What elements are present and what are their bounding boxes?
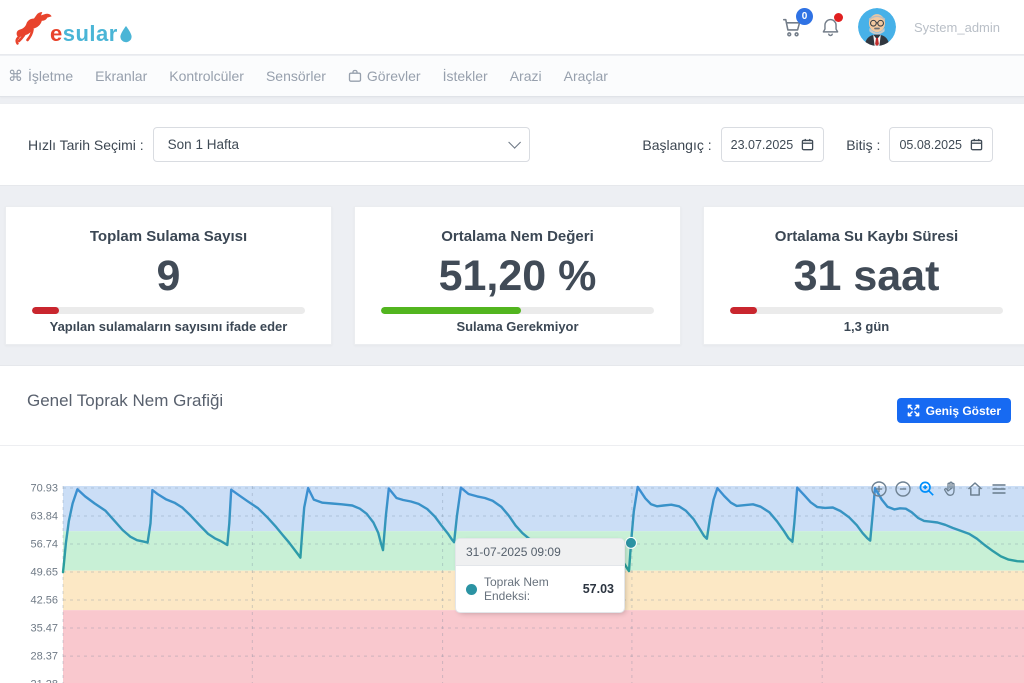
stat-title: Ortalama Nem Değeri [355, 228, 680, 245]
y-axis-label: 21.28 [30, 679, 58, 683]
tooltip-value: 57.03 [583, 582, 614, 596]
dashboard-page: esular 0 [0, 0, 1024, 683]
calendar-icon [801, 138, 814, 151]
y-axis-label: 56.74 [30, 539, 58, 551]
nav-item-araclar[interactable]: Araçlar [553, 68, 619, 84]
cart-badge: 0 [796, 8, 813, 25]
quick-date-select[interactable]: Son 1 Hafta [153, 127, 530, 162]
start-date-label: Başlangıç : [642, 137, 711, 153]
stat-caption: Yapılan sulamaların sayısını ifade eder [6, 319, 331, 334]
brand-logo[interactable]: esular [14, 9, 133, 45]
date-range-group: Başlangıç : 23.07.2025 Bitiş : 05.08.202… [642, 127, 993, 162]
stat-card-total-irrigation: Toplam Sulama Sayısı 9 Yapılan sulamalar… [5, 206, 332, 345]
stat-caption: Sulama Gerekmiyor [355, 319, 680, 334]
water-droplet-icon [119, 25, 133, 45]
username: System_admin [914, 20, 1000, 35]
stat-title: Toplam Sulama Sayısı [6, 228, 331, 245]
stat-value: 51,20 % [355, 251, 680, 303]
expand-chart-button[interactable]: Geniş Göster [897, 398, 1011, 423]
home-reset-icon[interactable] [965, 479, 984, 498]
end-date-input[interactable]: 05.08.2025 [889, 127, 993, 162]
nav-item-kontrolculer[interactable]: Kontrolcüler [158, 68, 255, 84]
stat-title: Ortalama Su Kaybı Süresi [704, 228, 1024, 245]
stat-value: 9 [6, 251, 331, 303]
stat-progress-fill [730, 307, 757, 314]
pan-hand-icon[interactable] [941, 479, 960, 498]
chevron-down-icon [508, 136, 521, 149]
nav-item-arazi[interactable]: Arazi [499, 68, 553, 84]
y-axis-labels: 70.93 63.84 56.74 49.65 42.56 35.47 28.37 21.28 [30, 483, 58, 683]
nav-item-gorevler[interactable]: Görevler [337, 68, 432, 84]
tooltip-body: Toprak Nem Endeksi: 57.03 [456, 566, 624, 612]
notification-dot [834, 13, 843, 22]
series-color-dot [466, 584, 477, 595]
end-date-label: Bitiş : [846, 137, 880, 153]
expand-icon [907, 404, 920, 417]
top-bar-actions: 0 [781, 8, 1000, 46]
tooltip-datetime: 31-07-2025 09:09 [456, 539, 624, 566]
brand-prefix: e [50, 21, 63, 46]
stat-progress-fill [32, 307, 59, 314]
chart-title: Genel Toprak Nem Grafiği [27, 391, 223, 411]
main-nav: ⌘İşletme Ekranlar Kontrolcüler Sensörler… [0, 56, 1024, 97]
notifications-button[interactable] [821, 17, 840, 38]
nav-item-sensorler[interactable]: Sensörler [255, 68, 337, 84]
stat-value: 31 saat [704, 251, 1024, 303]
zoom-out-icon[interactable] [893, 479, 912, 498]
avatar[interactable] [858, 8, 896, 46]
brand-text: esular [50, 23, 118, 45]
stat-card-average-moisture: Ortalama Nem Değeri 51,20 % Sulama Gerek… [354, 206, 681, 345]
soil-moisture-panel: Genel Toprak Nem Grafiği Geniş Göster [0, 365, 1024, 683]
quick-date-label: Hızlı Tarih Seçimi : [28, 137, 144, 153]
chart-toolbar [869, 479, 1008, 498]
hover-marker [625, 537, 636, 548]
nav-item-isletme[interactable]: ⌘İşletme [8, 68, 84, 84]
y-axis-label: 35.47 [30, 623, 58, 635]
quick-date-value: Son 1 Hafta [168, 137, 239, 152]
threshold-band [63, 610, 1024, 683]
stat-progress-fill [381, 307, 521, 314]
stat-caption: 1,3 gün [704, 319, 1024, 334]
top-bar: esular 0 [0, 0, 1024, 55]
briefcase-icon [348, 69, 362, 83]
stat-progress-track [381, 307, 654, 314]
chart-header: Genel Toprak Nem Grafiği Geniş Göster [0, 366, 1024, 446]
cart-button[interactable]: 0 [781, 16, 803, 38]
y-axis-label: 70.93 [30, 483, 58, 495]
zoom-in-icon[interactable] [869, 479, 888, 498]
calendar-icon [970, 138, 983, 151]
y-axis-label: 42.56 [30, 595, 58, 607]
y-axis-label: 28.37 [30, 651, 58, 663]
stat-progress-track [730, 307, 1003, 314]
tooltip-series-label: Toprak Nem Endeksi: [484, 575, 576, 603]
menu-icon[interactable] [989, 479, 1008, 498]
nav-item-ekranlar[interactable]: Ekranlar [84, 68, 158, 84]
y-axis-label: 49.65 [30, 567, 58, 579]
stat-card-water-loss: Ortalama Su Kaybı Süresi 31 saat 1,3 gün [703, 206, 1024, 345]
stat-progress-track [32, 307, 305, 314]
command-icon: ⌘ [8, 69, 23, 84]
date-filter-panel: Hızlı Tarih Seçimi : Son 1 Hafta Başlang… [0, 103, 1024, 186]
start-date-input[interactable]: 23.07.2025 [721, 127, 825, 162]
y-axis-label: 63.84 [30, 511, 58, 523]
brand-name: sular [63, 21, 118, 46]
chart-tooltip: 31-07-2025 09:09 Toprak Nem Endeksi: 57.… [455, 538, 625, 613]
nav-item-istekler[interactable]: İstekler [432, 68, 499, 84]
selection-zoom-icon[interactable] [917, 479, 936, 498]
